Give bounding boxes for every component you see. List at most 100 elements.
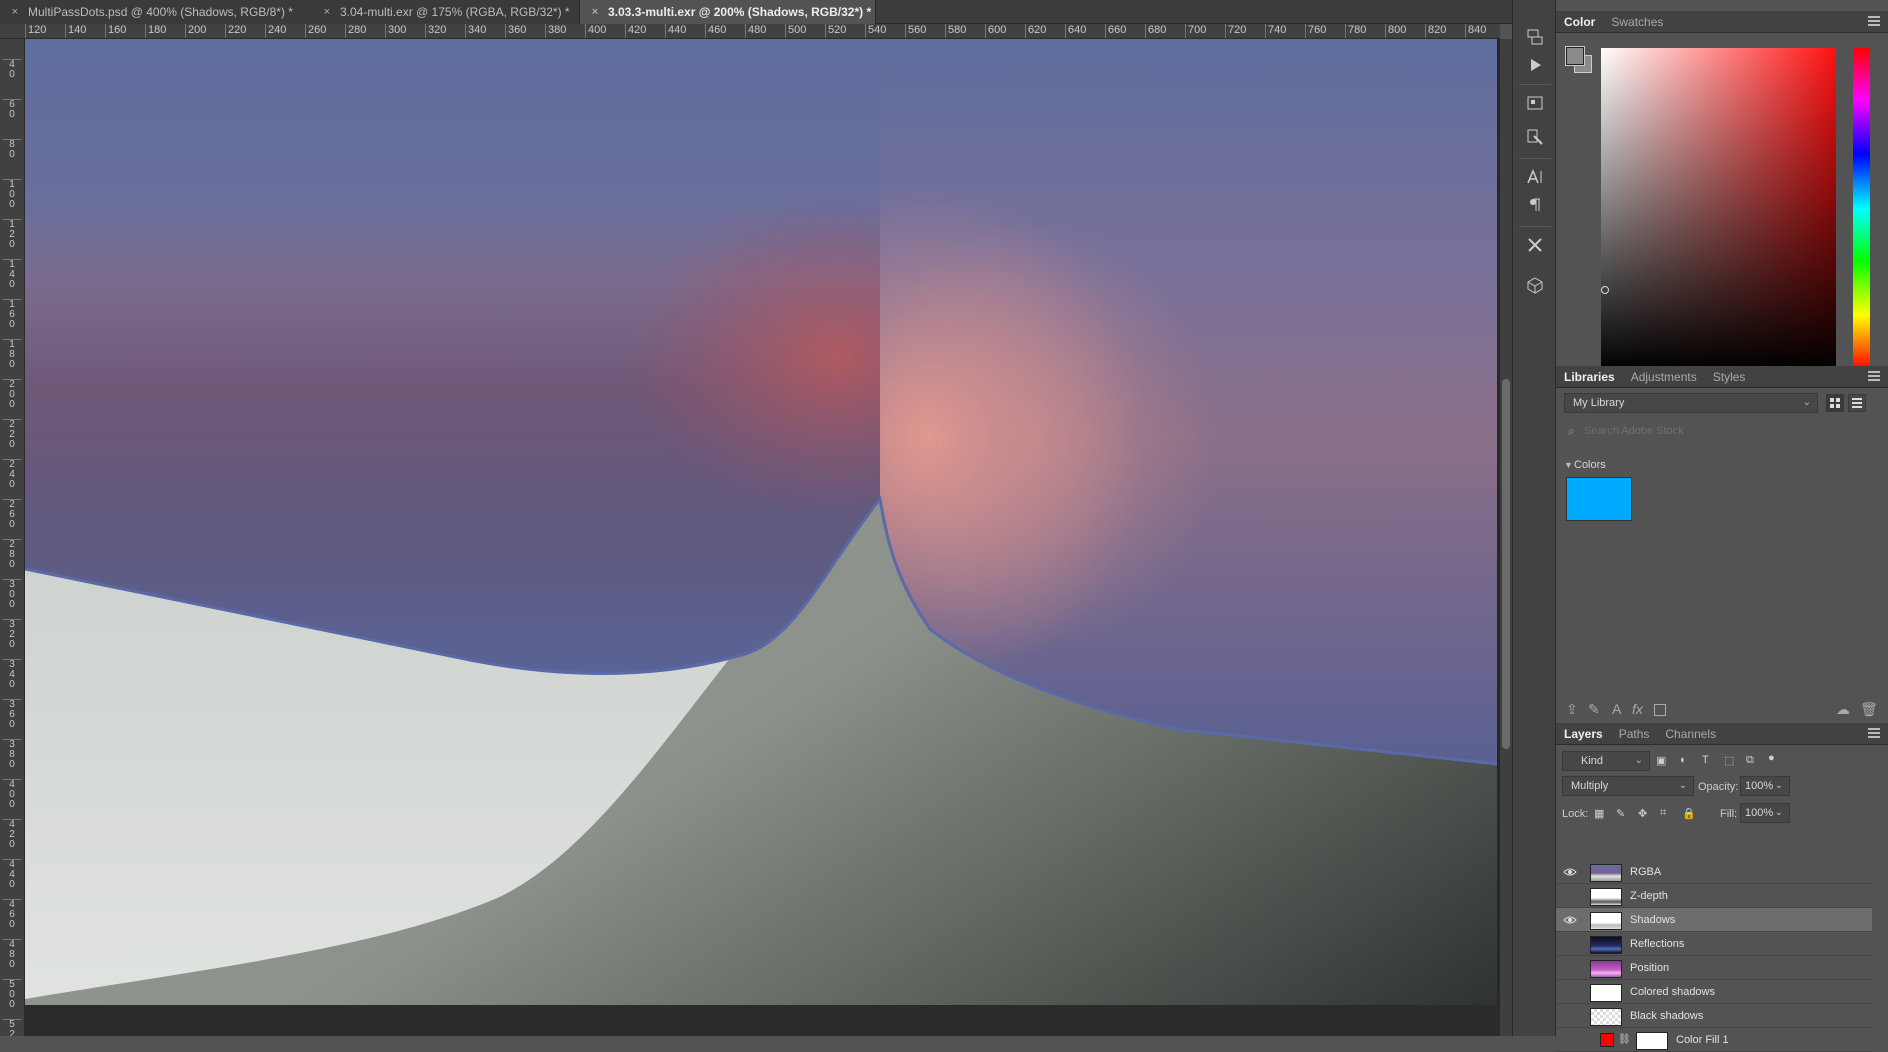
properties-icon[interactable] [1521, 90, 1549, 116]
tab-adjustments[interactable]: Adjustments [1623, 366, 1705, 388]
trash-icon[interactable]: 🗑 [1860, 701, 1878, 718]
add-graphic-icon[interactable]: ✎ [1588, 701, 1600, 718]
tab-paths[interactable]: Paths [1611, 723, 1658, 745]
history-icon[interactable] [1521, 24, 1549, 50]
lock-transparent-pixels-icon[interactable]: ▦ [1594, 807, 1608, 821]
ruler-tick-label: 420 [625, 24, 646, 38]
vertical-scrollbar[interactable] [1500, 39, 1512, 1036]
libraries-footer: ⇪ ✎ A fx ☁ 🗑 [1556, 697, 1888, 723]
visibility-toggle[interactable] [1563, 889, 1577, 903]
hue-slider[interactable] [1853, 48, 1870, 370]
visibility-eye-icon[interactable] [1562, 864, 1578, 880]
tab-styles[interactable]: Styles [1705, 366, 1754, 388]
actions-play-icon[interactable] [1521, 52, 1549, 78]
library-color-swatch[interactable] [1566, 477, 1632, 521]
layer-thumbnail [1590, 936, 1622, 954]
upload-icon[interactable]: ⇪ [1566, 701, 1578, 718]
tab-swatches[interactable]: Swatches [1603, 11, 1671, 33]
layer-row[interactable]: Colored shadows [1556, 980, 1872, 1004]
scrollbar-thumb[interactable] [1502, 379, 1510, 749]
tab-color[interactable]: Color [1556, 11, 1603, 33]
close-icon[interactable]: × [8, 6, 22, 18]
layer-row[interactable]: RGBA [1556, 860, 1872, 884]
ruler-tick-label: 440 [665, 24, 686, 38]
blend-mode-select[interactable]: Multiply ⌄ [1562, 776, 1694, 796]
stock-search-input[interactable]: Search Adobe Stock [1564, 421, 1880, 441]
tab-multipassdots[interactable]: × MultiPassDots.psd @ 400% (Shadows, RGB… [0, 0, 328, 24]
fill-color-thumbnail[interactable] [1600, 1033, 1614, 1047]
ruler-tick-label: 740 [1265, 24, 1286, 38]
panel-menu-icon[interactable] [1868, 728, 1880, 738]
lock-image-pixels-icon[interactable]: ✎ [1616, 807, 1630, 821]
libraries-panel-header: Libraries Adjustments Styles [1556, 366, 1888, 388]
ruler-tick-label: 380 [545, 24, 566, 38]
list-view-icon[interactable] [1848, 394, 1866, 412]
collapse-triangle-icon[interactable]: ▼ [1564, 460, 1573, 470]
tab-layers[interactable]: Layers [1556, 723, 1611, 745]
color-panel [1556, 33, 1888, 378]
close-icon[interactable]: × [588, 6, 602, 18]
library-select[interactable]: My Library ⌄ [1564, 393, 1818, 413]
vertical-ruler[interactable]: 4 0 6 0 8 0 1 0 0 1 2 0 1 4 0 1 6 0 1 8 0 2 0 0 2… [0, 39, 25, 1036]
add-color-icon[interactable] [1654, 704, 1666, 716]
layer-name: Colored shadows [1630, 986, 1715, 998]
filter-toggle-icon[interactable]: ● [1768, 752, 1782, 766]
layer-row[interactable]: Reflections [1556, 932, 1872, 956]
type-filter-icon[interactable]: T [1702, 754, 1716, 768]
ruler-tick-label: 240 [265, 24, 286, 38]
paragraph-icon[interactable] [1521, 192, 1549, 218]
3d-cube-icon[interactable] [1521, 272, 1549, 298]
layer-row[interactable]: Z-depth [1556, 884, 1872, 908]
smart-object-filter-icon[interactable]: ⧉ [1746, 754, 1760, 768]
close-icon[interactable]: × [320, 6, 334, 18]
tab-3-03-3-multi[interactable]: × 3.03.3-multi.exr @ 200% (Shadows, RGB/… [580, 0, 876, 24]
visibility-eye-icon[interactable] [1562, 912, 1578, 928]
color-picker-ring[interactable] [1601, 286, 1609, 294]
cloud-sync-icon[interactable]: ☁ [1836, 701, 1850, 718]
tab-libraries[interactable]: Libraries [1556, 366, 1623, 388]
shape-filter-icon[interactable]: ⬚ [1724, 754, 1738, 768]
ruler-tick-label: 4 6 0 [2, 899, 22, 930]
character-icon[interactable] [1521, 164, 1549, 190]
ruler-tick-label: 200 [185, 24, 206, 38]
document-image[interactable] [25, 39, 1497, 1005]
visibility-toggle[interactable] [1563, 937, 1577, 951]
lock-all-icon[interactable]: 🔒 [1682, 807, 1696, 821]
horizontal-ruler[interactable]: 120 140 160 180 200 220 240 260 280 300 320 340 360 3… [0, 24, 1500, 39]
lock-label: Lock: [1562, 808, 1589, 820]
pixel-filter-icon[interactable]: ▣ [1656, 754, 1670, 768]
fill-field[interactable]: 100% ⌄ [1740, 803, 1790, 823]
layer-filter-select[interactable]: Kind ⌄ [1562, 751, 1650, 771]
canvas-area[interactable] [25, 39, 1500, 1036]
visibility-toggle[interactable] [1563, 1033, 1577, 1047]
tab-channels[interactable]: Channels [1657, 723, 1724, 745]
saturation-brightness-field[interactable] [1601, 48, 1836, 370]
layer-row[interactable]: Position [1556, 956, 1872, 980]
ruler-tick-label: 5 0 0 [2, 979, 22, 1010]
panel-menu-icon[interactable] [1868, 371, 1880, 381]
adjustment-filter-icon[interactable]: ◐ [1680, 754, 1694, 768]
panel-menu-icon[interactable] [1868, 16, 1880, 26]
ruler-tick-label: 6 0 [2, 99, 22, 120]
layer-row[interactable]: ⛓ Color Fill 1 [1556, 1028, 1872, 1052]
visibility-toggle[interactable] [1563, 1009, 1577, 1023]
lock-position-icon[interactable]: ✥ [1638, 807, 1652, 821]
foreground-color-swatch[interactable] [1565, 46, 1585, 66]
clone-source-icon[interactable] [1521, 124, 1549, 150]
add-character-style-icon[interactable]: A [1612, 701, 1621, 717]
opacity-field[interactable]: 100% ⌄ [1740, 776, 1790, 796]
visibility-toggle[interactable] [1563, 985, 1577, 999]
ruler-tick-label: 280 [345, 24, 366, 38]
layer-row[interactable]: Black shadows [1556, 1004, 1872, 1028]
lock-artboard-icon[interactable]: ⌗ [1660, 807, 1674, 821]
layer-mask-thumbnail[interactable] [1636, 1032, 1668, 1050]
blend-mode-value: Multiply [1571, 780, 1609, 792]
visibility-toggle[interactable] [1563, 961, 1577, 975]
layer-name: RGBA [1630, 866, 1662, 878]
add-layer-style-icon[interactable]: fx [1632, 701, 1643, 717]
tool-presets-icon[interactable] [1521, 232, 1549, 258]
tab-3-04-multi[interactable]: × 3.04-multi.exr @ 175% (RGBA, RGB/32*) … [312, 0, 580, 24]
layer-row[interactable]: Shadows [1556, 908, 1872, 932]
grid-view-icon[interactable] [1826, 394, 1844, 412]
chevron-down-icon: ⌄ [1774, 780, 1783, 791]
